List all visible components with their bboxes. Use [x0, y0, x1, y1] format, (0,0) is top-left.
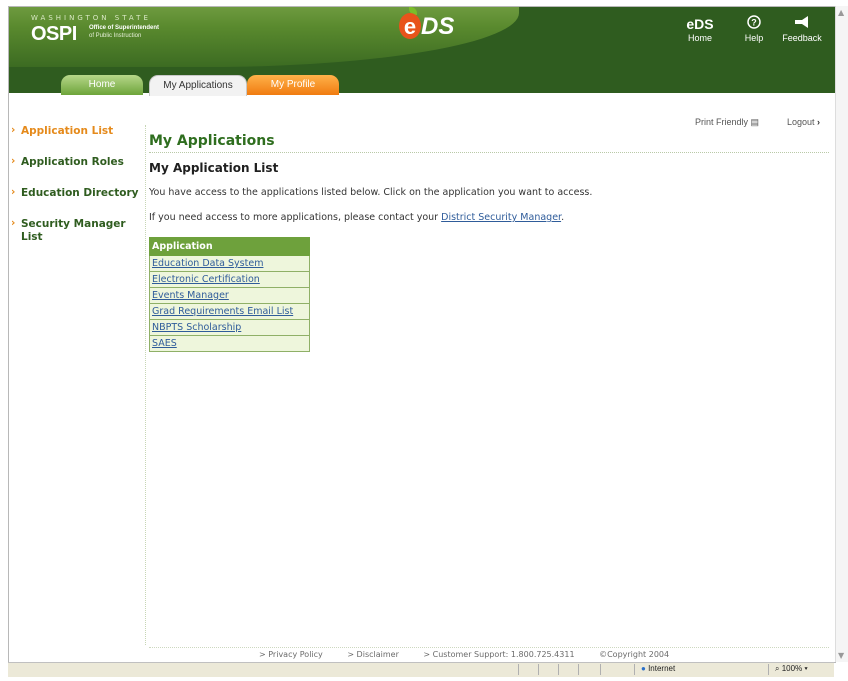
disclaimer-link[interactable]: > Disclaimer — [347, 650, 399, 659]
table-row: Education Data System — [149, 255, 310, 272]
ospi-logo[interactable]: OSPI — [31, 23, 77, 46]
sidebar-item-education-directory[interactable]: Education Directory — [9, 186, 144, 200]
app-link-saes[interactable]: SAES — [152, 338, 177, 349]
help-link[interactable]: ? Help — [731, 15, 777, 43]
help-link-label: Help — [744, 33, 764, 43]
table-row: SAES — [149, 335, 310, 352]
home-link-label: Home — [687, 33, 712, 43]
sidebar-divider — [145, 125, 146, 645]
svg-text:?: ? — [751, 18, 757, 28]
copyright-text: ©Copyright 2004 — [599, 650, 670, 659]
sidebar-item-application-roles[interactable]: Application Roles — [9, 155, 144, 169]
footer: > Privacy Policy > Disclaimer > Customer… — [149, 647, 829, 659]
access-description: You have access to the applications list… — [149, 187, 593, 198]
tab-home[interactable]: Home — [61, 75, 143, 95]
app-link-education-data-system[interactable]: Education Data System — [152, 258, 263, 269]
tab-my-profile[interactable]: My Profile — [247, 75, 339, 95]
contact-text-prefix: If you need access to more applications,… — [149, 212, 442, 223]
scroll-up-arrow-icon[interactable]: ▲ — [838, 8, 844, 17]
app-link-nbpts-scholarship[interactable]: NBPTS Scholarship — [152, 322, 241, 333]
security-zone: ● Internet — [634, 664, 675, 675]
browser-page: WASHINGTON STATE OSPI Office of Superint… — [8, 6, 836, 663]
eds-logo-e: e — [399, 13, 421, 39]
tab-my-applications[interactable]: My Applications — [149, 75, 247, 96]
sidebar-item-application-list[interactable]: Application List — [9, 124, 144, 138]
security-zone-label: Internet — [648, 664, 676, 673]
state-label: WASHINGTON STATE — [31, 14, 151, 22]
magnifier-icon: ⌕ — [775, 664, 780, 673]
app-link-electronic-certification[interactable]: Electronic Certification — [152, 274, 260, 285]
table-row: Events Manager — [149, 287, 310, 304]
globe-icon: ● — [641, 664, 646, 673]
feedback-link-label: Feedback — [782, 33, 822, 43]
dropdown-arrow-icon: ▾ — [804, 664, 808, 673]
browser-status-bar: ● Internet ⌕ 100% ▾ — [8, 662, 834, 677]
vertical-scrollbar[interactable]: ▲ ▼ — [835, 6, 848, 662]
sidebar: Application List Application Roles Educa… — [9, 124, 144, 262]
status-divider — [518, 664, 519, 675]
main-content: My Applications My Application List You … — [149, 121, 829, 352]
scroll-down-arrow-icon[interactable]: ▼ — [838, 651, 844, 660]
status-divider — [558, 664, 559, 675]
customer-support-text: > Customer Support: 1.800.725.4311 — [423, 650, 575, 659]
page-title: My Applications — [149, 133, 829, 153]
district-security-manager-link[interactable]: District Security Manager — [441, 212, 561, 223]
section-title: My Application List — [149, 161, 279, 175]
megaphone-icon — [779, 15, 825, 33]
status-divider — [578, 664, 579, 675]
eds-logo-ds: DS — [421, 13, 455, 40]
applications-table: Application Education Data System Electr… — [149, 237, 310, 352]
table-header-application: Application — [149, 237, 310, 256]
help-icon: ? — [731, 15, 777, 33]
status-divider — [538, 664, 539, 675]
sidebar-item-security-manager-list[interactable]: Security Manager List — [9, 217, 131, 244]
zoom-control[interactable]: ⌕ 100% ▾ — [768, 664, 808, 675]
table-row: Grad Requirements Email List — [149, 303, 310, 320]
table-row: NBPTS Scholarship — [149, 319, 310, 336]
agency-line-1: Office of Superintendent — [89, 25, 160, 31]
app-link-events-manager[interactable]: Events Manager — [152, 290, 229, 301]
status-divider — [600, 664, 601, 675]
table-row: Electronic Certification — [149, 271, 310, 288]
contact-text: If you need access to more applications,… — [149, 212, 829, 223]
eds-home-icon: eDS — [686, 16, 714, 32]
privacy-policy-link[interactable]: > Privacy Policy — [259, 650, 323, 659]
zoom-level: 100% — [781, 664, 803, 673]
app-link-grad-requirements-email-list[interactable]: Grad Requirements Email List — [152, 306, 293, 317]
agency-line-2: of Public Instruction — [89, 33, 142, 39]
home-link[interactable]: eDS Home — [677, 15, 723, 43]
contact-text-suffix: . — [561, 212, 565, 223]
feedback-link[interactable]: Feedback — [779, 15, 825, 43]
